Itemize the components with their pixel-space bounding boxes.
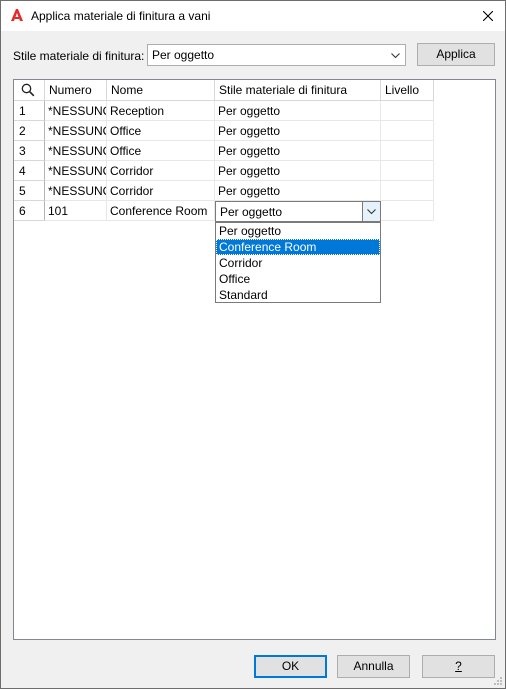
row-header[interactable]: 5 — [14, 181, 45, 201]
dropdown-toggle-button[interactable] — [362, 202, 380, 221]
search-icon — [21, 83, 35, 97]
cell-numero[interactable]: 101 — [45, 201, 107, 221]
cell-nome[interactable]: Reception — [107, 101, 215, 121]
autocad-logo-icon — [11, 9, 23, 21]
cell-nome[interactable]: Office — [107, 141, 215, 161]
window-title: Applica materiale di finitura a vani — [31, 9, 211, 23]
column-header-numero[interactable]: Numero — [45, 80, 107, 101]
cell-nome[interactable]: Corridor — [107, 161, 215, 181]
rooms-grid: Numero Nome Stile materiale di finitura … — [13, 79, 496, 640]
column-header-livello[interactable]: Livello — [381, 80, 434, 101]
finish-style-select[interactable]: Per oggetto — [147, 44, 406, 66]
title-bar: Applica materiale di finitura a vani — [1, 1, 505, 31]
cancel-button[interactable]: Annulla — [337, 655, 410, 678]
row-header[interactable]: 4 — [14, 161, 45, 181]
close-button[interactable] — [471, 1, 505, 31]
row-header[interactable]: 2 — [14, 121, 45, 141]
resize-grip-icon[interactable] — [493, 676, 503, 686]
column-header-nome[interactable]: Nome — [107, 80, 215, 101]
column-header-stile[interactable]: Stile materiale di finitura — [215, 80, 381, 101]
cell-livello[interactable] — [381, 121, 434, 141]
cell-stile[interactable]: Per oggetto — [215, 181, 381, 201]
cell-livello[interactable] — [381, 201, 434, 221]
ok-button[interactable]: OK — [254, 655, 327, 678]
cell-stile[interactable]: Per oggetto — [215, 141, 381, 161]
cell-numero[interactable]: *NESSUNO* — [45, 161, 107, 181]
cell-numero[interactable]: *NESSUNO* — [45, 101, 107, 121]
cell-livello[interactable] — [381, 141, 434, 161]
dropdown-option[interactable]: Standard — [216, 287, 380, 303]
cell-stile[interactable]: Per oggetto — [215, 161, 381, 181]
cell-nome[interactable]: Office — [107, 121, 215, 141]
help-button[interactable]: ? — [422, 655, 495, 678]
dropdown-option[interactable]: Corridor — [216, 255, 380, 271]
dropdown-options-list: Per oggetto Conference Room Corridor Off… — [215, 222, 381, 303]
cell-numero[interactable]: *NESSUNO* — [45, 121, 107, 141]
cell-numero[interactable]: *NESSUNO* — [45, 181, 107, 201]
cell-stile[interactable]: Per oggetto — [215, 121, 381, 141]
cell-nome[interactable]: Conference Room — [107, 201, 215, 221]
dialog-window: Applica materiale di finitura a vani Sti… — [0, 0, 506, 689]
row-header[interactable]: 1 — [14, 101, 45, 121]
dropdown-option[interactable]: Per oggetto — [216, 223, 380, 239]
dropdown-option-selected[interactable]: Conference Room — [216, 239, 380, 255]
cell-livello[interactable] — [381, 161, 434, 181]
finish-style-value: Per oggetto — [152, 48, 215, 62]
finish-style-label: Stile materiale di finitura: — [13, 49, 145, 63]
dropdown-option[interactable]: Office — [216, 271, 380, 287]
cell-nome[interactable]: Corridor — [107, 181, 215, 201]
search-header-cell[interactable] — [14, 80, 45, 101]
close-icon — [483, 11, 493, 21]
chevron-down-icon — [391, 53, 400, 59]
row-header[interactable]: 6 — [14, 201, 45, 221]
cell-livello[interactable] — [381, 181, 434, 201]
chevron-down-icon — [367, 209, 376, 215]
row-header[interactable]: 3 — [14, 141, 45, 161]
cell-stile[interactable]: Per oggetto — [215, 101, 381, 121]
cell-numero[interactable]: *NESSUNO* — [45, 141, 107, 161]
cell-stile-dropdown[interactable]: Per oggetto — [215, 201, 381, 222]
cell-stile-current: Per oggetto — [220, 205, 283, 219]
cell-livello[interactable] — [381, 101, 434, 121]
apply-button[interactable]: Applica — [417, 43, 495, 66]
